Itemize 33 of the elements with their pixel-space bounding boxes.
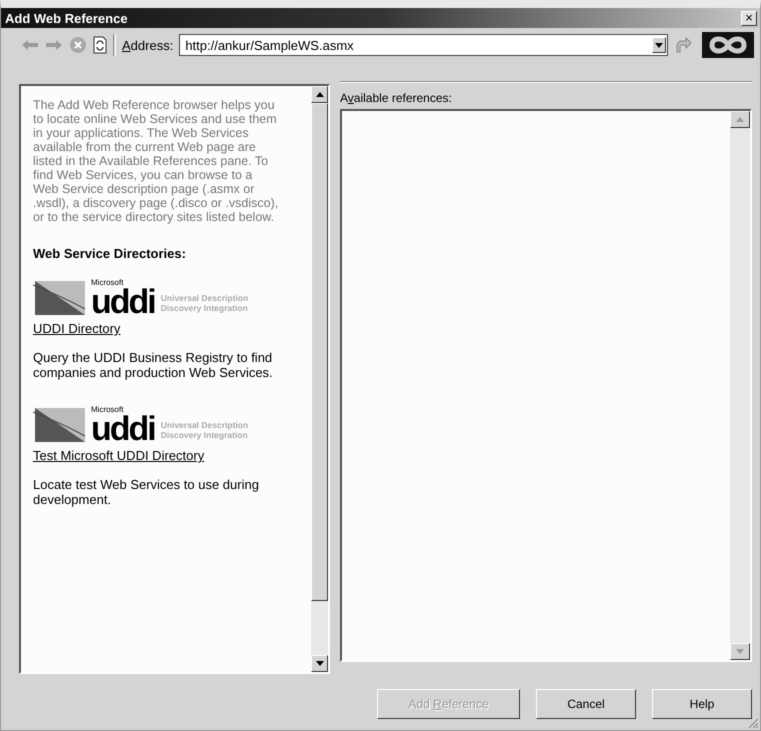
scroll-up-button[interactable] [311,86,328,103]
scroll-thumb[interactable] [311,103,328,601]
logo-tagline: Universal Description [160,420,248,430]
up-arrow-icon [316,92,324,97]
down-arrow-icon [736,649,744,654]
up-arrow-icon [736,117,744,122]
intro-text: The Add Web Reference browser helps you to locate online Web Services and use them in your applications. The Web Services available from the current Web page are listed in the Available References pane. To find Web Services, you can browse to a Web Service description page (.asmx or .wsdl), a discovery page (.disco or .vsdisco), or to the service directory sites listed below. [33,98,280,224]
logo-tagline: Universal Description [160,293,248,303]
resize-grip-icon[interactable] [747,717,759,729]
logo-tagline: Discovery Integration [160,303,248,313]
window-title: Add Web Reference [5,10,128,26]
dialog-button[interactable]: Cancel [536,689,636,719]
logo-tagline: Discovery Integration [160,430,248,440]
address-field[interactable]: http://ankur/SampleWS.asmx [179,34,668,56]
brand-text: Microsoft [91,406,124,414]
scroll-down-button[interactable] [311,655,328,672]
directory-description: Locate test Web Services to use during development. [33,477,260,507]
directory-description: Query the UDDI Business Registry to find companies and production Web Services. [33,350,274,380]
dialog-button[interactable]: Help [652,689,752,719]
down-arrow-icon [316,661,324,666]
uddi-logo-text: uddi [91,287,155,317]
directory-link[interactable]: Test Microsoft UDDI Directory [33,448,204,463]
section-heading: Web Service Directories: [33,246,187,261]
close-button[interactable]: × [741,10,757,26]
references-label: Available references: [340,91,453,105]
address-label: Address: [122,38,174,52]
infinity-logo-icon [702,32,754,58]
directory-link[interactable]: UDDI Directory [33,321,120,336]
uddi-logo-text: uddi [91,414,155,444]
dropdown-button[interactable] [652,37,666,53]
refresh-icon[interactable] [93,36,107,54]
caret-icon [655,42,663,48]
brand-text: Microsoft [91,279,124,287]
